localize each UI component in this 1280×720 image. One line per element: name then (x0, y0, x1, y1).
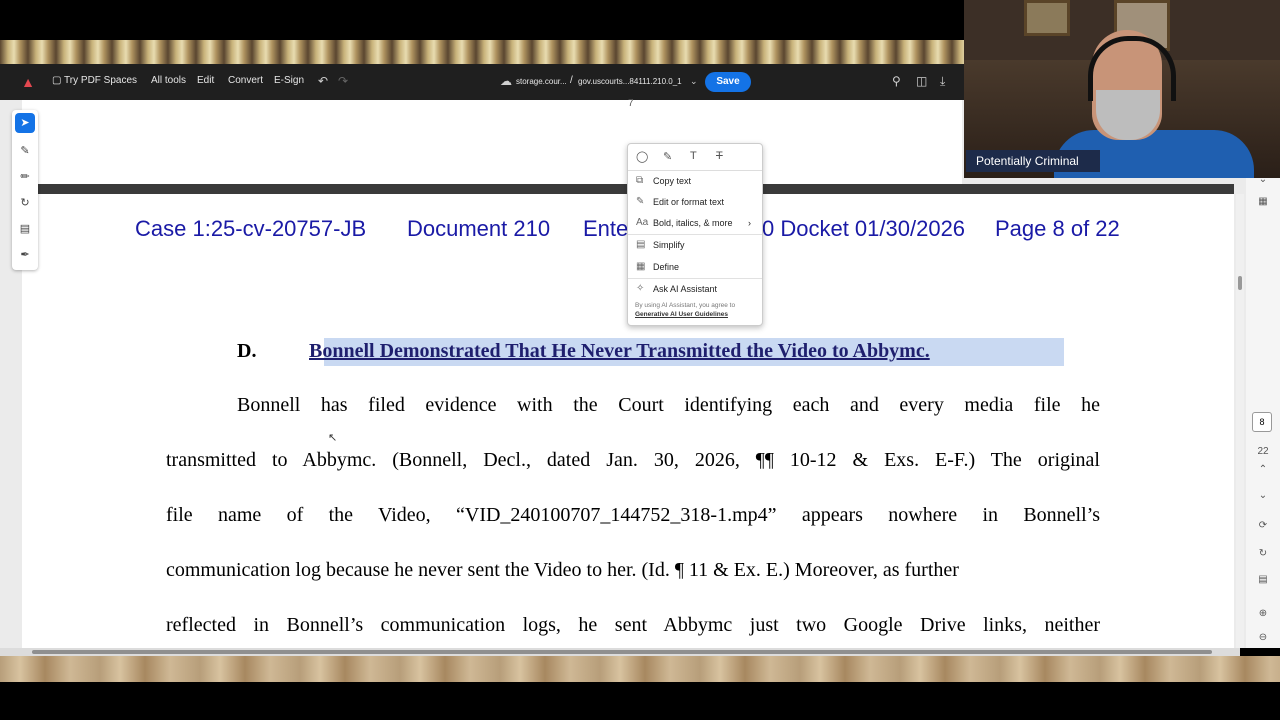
refresh-icon[interactable]: ↻ (1254, 548, 1272, 559)
simplify-icon: ▤ (636, 239, 646, 250)
ask-ai-assistant-item[interactable]: ✧ Ask AI Assistant (628, 279, 762, 299)
ai-guidelines-link[interactable]: Generative AI User Guidelines (635, 311, 728, 318)
breadcrumb-separator: / (570, 75, 573, 86)
previous-page-bottom: 7 (22, 98, 962, 184)
edit-format-text-item[interactable]: ✎ Edit or format text (628, 192, 762, 212)
horizontal-scrollbar[interactable] (0, 648, 1240, 656)
ai-disclaimer: By using AI Assistant, you agree to Gene… (635, 302, 736, 318)
body-line-1[interactable]: Bonnell has filed evidence with the Cour… (237, 394, 1100, 417)
edit-text-icon: ✎ (636, 196, 645, 207)
context-menu: ◯ ✎ T T ⧉ Copy text ✎ Edit or format tex… (627, 143, 763, 326)
define-icon: ▦ (636, 261, 646, 272)
body-line-4-text: communication log because he never sent … (166, 559, 637, 581)
chevron-right-icon: › (748, 218, 751, 228)
header-docket-date: 0 Docket 01/30/2026 (762, 216, 966, 241)
left-tool-rail: ➤ ✎ ✏ ↻ ▤ ✒ (12, 110, 38, 270)
highlight-tool-icon[interactable]: ✏ (12, 165, 38, 189)
section-letter: D. (237, 340, 257, 362)
search-icon[interactable]: ⚲ (892, 74, 901, 88)
spaces-icon: ▢ (52, 75, 65, 86)
page-number-fragment: 7 (628, 98, 634, 109)
text-box-tool-icon[interactable]: ▤ (12, 217, 38, 241)
try-pdf-spaces-button[interactable]: ▢ Try PDF Spaces (52, 75, 137, 86)
body-line-5[interactable]: reflected in Bonnell’s communication log… (166, 614, 1100, 637)
sign-tool-icon[interactable]: ✒ (12, 243, 38, 267)
lasso-tool-icon[interactable]: ↻ (12, 191, 38, 215)
webcam-caption: Potentially Criminal (966, 150, 1100, 172)
current-page-input[interactable]: 8 (1252, 412, 1272, 432)
total-pages: 22 (1257, 446, 1269, 457)
cloud-icon: ☁ (500, 74, 512, 88)
underline-icon[interactable]: T (690, 150, 697, 162)
body-line-4-citation: (Id. ¶ 11 & Ex. E.) Moreover, as further (641, 559, 959, 581)
decorative-frame-bottom (0, 656, 1280, 682)
highlight-icon[interactable]: ✎ (663, 150, 672, 163)
next-page-icon[interactable]: ⌄ (1254, 490, 1272, 501)
undo-icon[interactable]: ↶ (318, 74, 328, 88)
copy-text-item[interactable]: ⧉ Copy text (628, 171, 762, 191)
download-icon[interactable]: ⤓ (940, 74, 945, 89)
wall-frame (1024, 0, 1070, 36)
thumbnails-icon[interactable]: ▦ (1254, 196, 1272, 207)
acrobat-toolbar: ▲ ▢ Try PDF Spaces All tools Edit Conver… (0, 64, 964, 100)
esign-menu[interactable]: E-Sign (274, 75, 304, 86)
breadcrumb-storage[interactable]: storage.cour... (516, 77, 567, 86)
strikethrough-icon[interactable]: T (716, 150, 723, 162)
body-line-4[interactable]: communication log because he never sent … (166, 559, 959, 582)
header-page-count: Page 8 of 22 (995, 216, 1120, 241)
convert-menu[interactable]: Convert (228, 75, 263, 86)
previous-page-icon[interactable]: ⌃ (1254, 464, 1272, 475)
comment-tool-icon[interactable]: ✎ (12, 139, 38, 163)
page-layout-icon[interactable]: ▤ (1254, 574, 1272, 585)
acrobat-logo-icon[interactable]: ▲ (20, 74, 36, 90)
comment-icon[interactable]: ◯ (636, 150, 648, 163)
headset-icon (1088, 36, 1176, 101)
simplify-item[interactable]: ▤ Simplify (628, 235, 762, 255)
redo-icon[interactable]: ↷ (338, 74, 348, 88)
all-tools-menu[interactable]: All tools (151, 75, 186, 86)
body-line-3[interactable]: file name of the Video, “VID_240100707_1… (166, 504, 1100, 527)
horizontal-scroll-thumb[interactable] (32, 650, 1212, 654)
vertical-scrollbar[interactable] (1236, 194, 1244, 648)
breadcrumb-file[interactable]: gov.uscourts...84111.210.0_1 (578, 77, 682, 86)
define-item[interactable]: ▦ Define (628, 257, 762, 277)
edit-menu[interactable]: Edit (197, 75, 214, 86)
copy-icon: ⧉ (636, 175, 644, 186)
zoom-in-icon[interactable]: ⊕ (1254, 608, 1272, 619)
decorative-frame-top (0, 40, 964, 64)
rotate-icon[interactable]: ⟳ (1254, 520, 1272, 531)
body-line-2[interactable]: transmitted to Abbymc. (Bonnell, Decl., … (166, 449, 1100, 472)
vertical-scroll-thumb[interactable] (1238, 276, 1242, 290)
font-icon: Aa (636, 217, 649, 228)
page-view-icon[interactable]: ◫ (916, 74, 927, 88)
section-heading[interactable]: Bonnell Demonstrated That He Never Trans… (309, 340, 930, 363)
bottom-black-bar (0, 682, 1280, 720)
header-document-number: Document 210 (407, 216, 551, 241)
zoom-out-icon[interactable]: ⊖ (1254, 632, 1272, 643)
right-nav-rail: ⌄ ▦ 22 ⌃ ⌄ ⟳ ↻ ▤ ⊕ ⊖ (1246, 170, 1280, 648)
mouse-cursor-icon: ↖ (328, 432, 338, 444)
save-button[interactable]: Save (705, 72, 751, 92)
ai-assistant-icon: ✧ (636, 283, 645, 294)
header-entered: Ente (583, 216, 629, 241)
context-menu-quick-actions: ◯ ✎ T T (628, 144, 762, 171)
select-tool-icon[interactable]: ➤ (15, 113, 35, 133)
chevron-down-icon[interactable]: ⌄ (690, 76, 698, 87)
header-case-number: Case 1:25-cv-20757-JB (135, 216, 367, 241)
bold-italics-item[interactable]: Aa Bold, italics, & more › (628, 213, 762, 233)
